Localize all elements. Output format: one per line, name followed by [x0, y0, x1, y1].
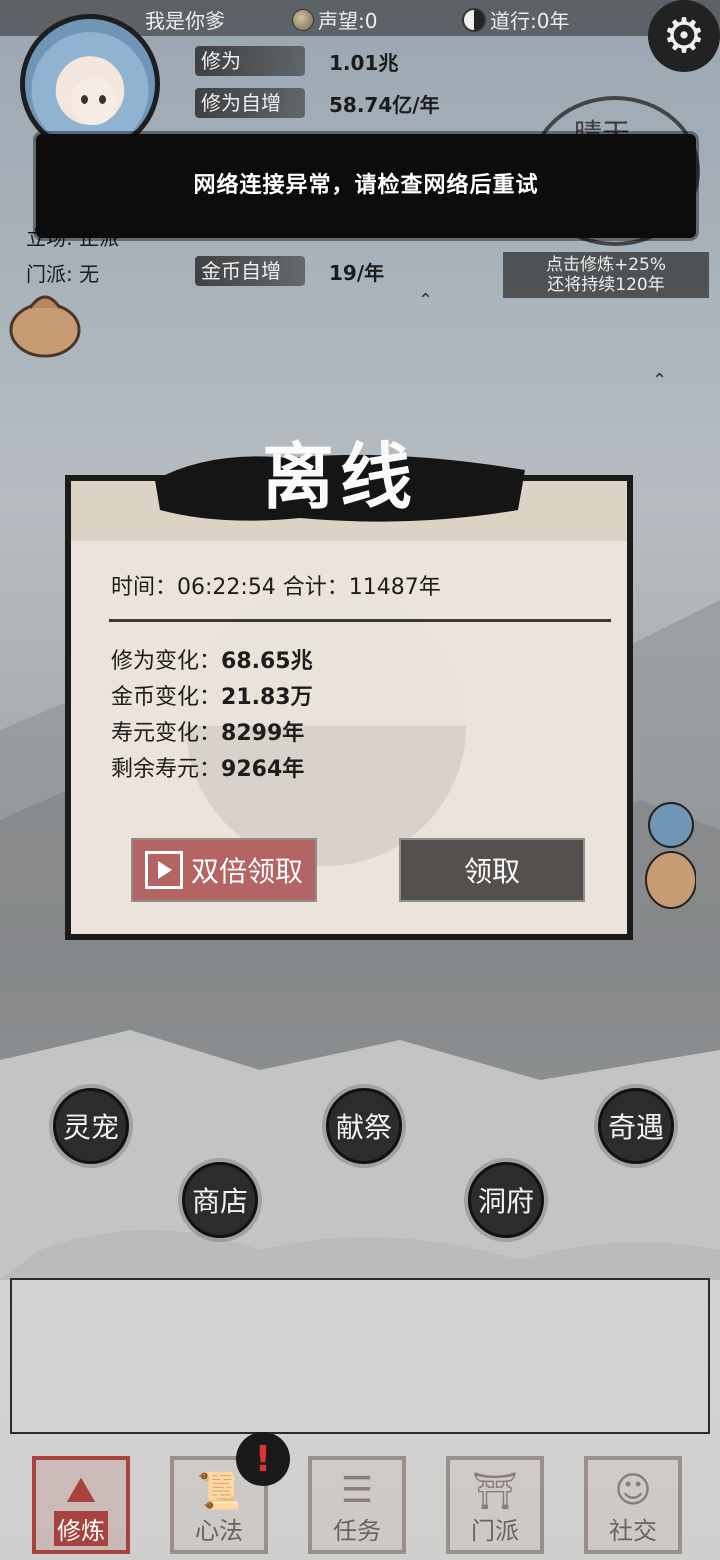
cultivation-change-line: 修为变化：68.65兆 [111, 643, 313, 675]
message-log-panel[interactable] [10, 1278, 710, 1434]
tab-sect-label: 门派 [471, 1517, 519, 1545]
cultivation-stat: 修为 1.01兆 [195, 46, 398, 76]
dao-text: 道行:0年 [490, 9, 570, 33]
lifespan-change-value: 8299年 [221, 721, 305, 746]
dao-display: 道行:0年 [462, 5, 569, 34]
alert-icon[interactable]: ! [236, 1432, 290, 1486]
offline-reward-dialog: 时间：06:22:54 合计：11487年 修为变化：68.65兆 金币变化：2… [65, 475, 633, 940]
tab-social-label: 社交 [609, 1517, 657, 1545]
dialog-divider [109, 619, 611, 622]
tab-social[interactable]: ☺ 社交 [584, 1456, 682, 1554]
double-claim-button[interactable]: 双倍领取 [131, 838, 317, 902]
tab-sect[interactable]: ⛩ 门派 [446, 1456, 544, 1554]
tab-task[interactable]: ☰ 任务 [308, 1456, 406, 1554]
avatar-eye [81, 95, 88, 104]
boost-line-1: 点击修炼+25% [545, 255, 667, 275]
people-icon: ☺ [614, 1470, 652, 1511]
cultivate-boost-panel: 点击修炼+25% 还将持续120年 [503, 252, 709, 298]
claim-button[interactable]: 领取 [399, 838, 585, 902]
cultivation-rate-stat: 修为自增 58.74亿/年 [195, 88, 440, 118]
remaining-lifespan-value: 9264年 [221, 757, 305, 782]
remaining-lifespan-label: 剩余寿元： [111, 757, 222, 782]
cultivation-label: 修为 [195, 46, 305, 76]
lifespan-change-line: 寿元变化：8299年 [111, 715, 304, 747]
bird-icon: ⌃ [418, 290, 434, 311]
shop-button[interactable]: 商店 [182, 1162, 258, 1238]
sacrifice-button[interactable]: 献祭 [326, 1088, 402, 1164]
pouch-icon[interactable] [8, 278, 82, 358]
coin-icon [292, 8, 314, 31]
cultivation-change-label: 修为变化： [111, 649, 222, 674]
avatar-face [71, 77, 117, 125]
settings-button[interactable]: ⚙ [648, 0, 720, 72]
network-error-toast: 网络连接异常，请检查网络后重试 [36, 134, 696, 238]
boost-line-2: 还将持续120年 [547, 275, 665, 295]
task-scroll-icon: ☰ [340, 1470, 374, 1511]
tab-cultivate-label: 修炼 [54, 1511, 108, 1546]
gold-change-label: 金币变化： [111, 685, 222, 710]
cultivation-rate-label: 修为自增 [195, 88, 305, 118]
encounter-button[interactable]: 奇遇 [598, 1088, 674, 1164]
gear-icon: ⚙ [662, 8, 706, 64]
mountain-icon: ⛰ [65, 1470, 97, 1511]
tab-task-label: 任务 [333, 1517, 381, 1545]
lifespan-change-label: 寿元变化： [111, 721, 222, 746]
avatar-eye [99, 95, 106, 104]
remaining-lifespan-line: 剩余寿元：9264年 [111, 751, 304, 783]
pet-button[interactable]: 灵宠 [53, 1088, 129, 1164]
gold-change-value: 21.83万 [221, 685, 313, 710]
character-sprite [645, 802, 696, 909]
pavilion-icon: ⛩ [472, 1471, 518, 1512]
cultivation-value: 1.01兆 [329, 50, 399, 75]
gold-rate-label: 金币自增 [195, 256, 305, 286]
prestige-text: 声望:0 [318, 9, 378, 33]
gold-change-line: 金币变化：21.83万 [111, 679, 313, 711]
video-play-icon [144, 851, 183, 889]
bird-icon: ⌃ [652, 370, 668, 391]
gold-rate-value: 19/年 [329, 260, 385, 285]
avatar[interactable] [20, 14, 160, 154]
tab-method-label: 心法 [195, 1517, 243, 1545]
offline-time-line: 时间：06:22:54 合计：11487年 [111, 575, 441, 600]
cave-button[interactable]: 洞府 [468, 1162, 544, 1238]
bottom-navigation: ⛰ 修炼 📜 心法 ☰ 任务 ⛩ 门派 ☺ 社交 [0, 1448, 720, 1560]
claim-label: 领取 [463, 855, 520, 888]
gold-rate-stat: 金币自增 19/年 [195, 256, 384, 286]
cultivation-change-value: 68.65兆 [221, 649, 313, 674]
prestige-display: 声望:0 [292, 5, 377, 34]
dialog-title: 离线 [262, 434, 419, 519]
yin-yang-icon [462, 7, 486, 32]
cultivation-rate-value: 58.74亿/年 [329, 92, 440, 117]
double-claim-label: 双倍领取 [190, 855, 303, 888]
player-name: 我是你爹 [145, 9, 225, 33]
tab-cultivate[interactable]: ⛰ 修炼 [32, 1456, 130, 1554]
